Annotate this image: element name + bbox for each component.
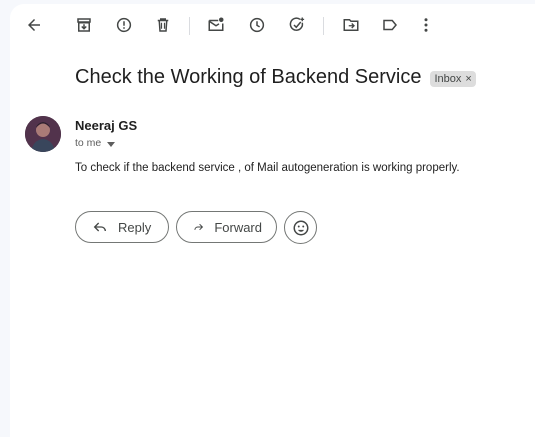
recipient-label: to me: [75, 137, 102, 149]
smiley-icon: [293, 220, 308, 235]
move-to-icon[interactable]: [341, 15, 361, 35]
more-vert-icon[interactable]: [416, 15, 436, 35]
inbox-label-chip[interactable]: Inbox ×: [430, 70, 476, 87]
message-panel: Check the Working of Backend Service Inb…: [10, 4, 535, 437]
message-toolbar: [10, 4, 535, 48]
sender-name[interactable]: Neeraj GS: [75, 118, 137, 133]
subject-row: Check the Working of Backend Service Inb…: [75, 66, 476, 89]
forward-button[interactable]: Forward: [176, 211, 277, 243]
archive-icon[interactable]: [74, 15, 94, 35]
back-arrow-icon[interactable]: [24, 15, 44, 35]
delete-icon[interactable]: [153, 15, 173, 35]
snooze-icon[interactable]: [247, 15, 267, 35]
mark-unread-icon[interactable]: [206, 15, 226, 35]
recipient-details-toggle[interactable]: to me: [75, 137, 116, 149]
remove-label-icon[interactable]: ×: [465, 73, 471, 85]
reply-label: Reply: [118, 219, 152, 235]
toolbar-divider: [323, 17, 324, 35]
reply-button[interactable]: Reply: [75, 211, 169, 243]
toolbar-divider: [189, 17, 190, 35]
add-task-icon[interactable]: [287, 15, 307, 35]
labels-icon[interactable]: [380, 15, 400, 35]
forward-icon: [194, 223, 204, 231]
caret-down-icon: [107, 141, 116, 147]
avatar[interactable]: [25, 116, 61, 152]
reply-icon: [93, 222, 106, 232]
email-body: To check if the backend service , of Mai…: [75, 162, 460, 174]
email-subject: Check the Working of Backend Service: [75, 66, 422, 88]
forward-label: Forward: [214, 219, 262, 235]
label-text: Inbox: [434, 72, 462, 85]
emoji-reaction-button[interactable]: [284, 211, 317, 244]
report-spam-icon[interactable]: [114, 15, 134, 35]
